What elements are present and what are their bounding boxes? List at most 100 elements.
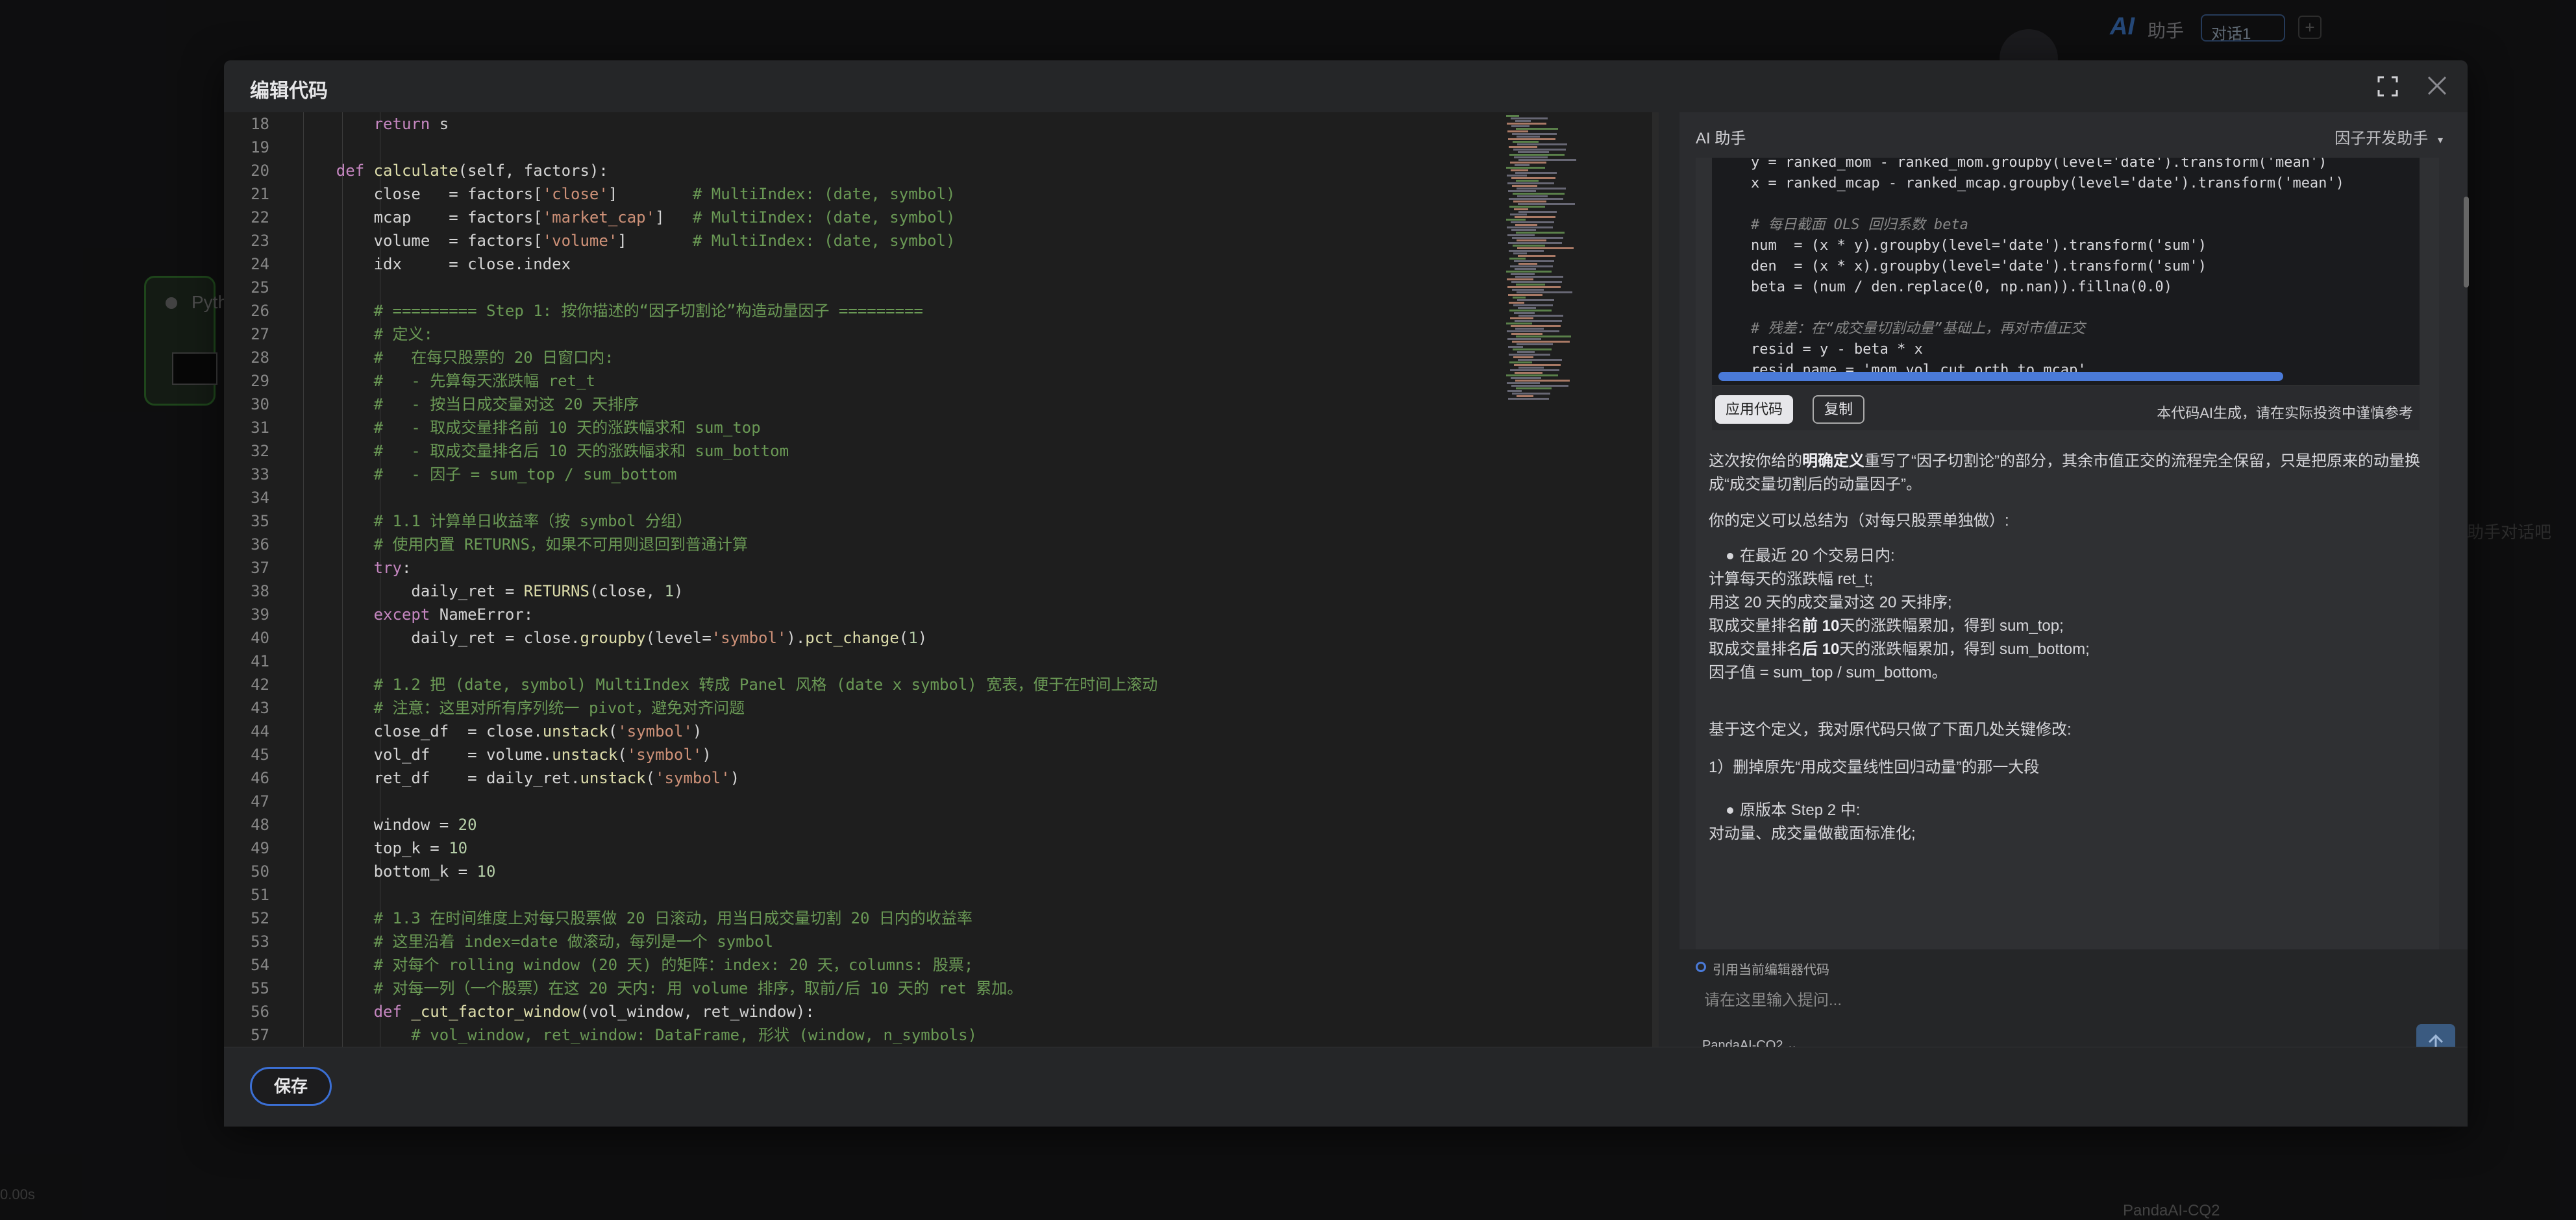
editor-scrollbar[interactable] (1652, 112, 1659, 1047)
code-line: 26 # ========= Step 1: 按你描述的“因子切割论”构造动量因… (224, 299, 1522, 323)
apply-code-button[interactable]: 应用代码 (1715, 395, 1793, 424)
line-number: 45 (251, 746, 269, 764)
line-text: close_df = close.unstack('symbol') (299, 722, 702, 740)
chat-area[interactable]: y = ranked_mom - ranked_mom.groupby(leve… (1696, 158, 2439, 949)
minimap-line (1511, 377, 1541, 379)
code-line: 44 close_df = close.unstack('symbol') (224, 720, 1522, 743)
assistant-select[interactable]: 因子开发助手 ▾ (2334, 125, 2443, 148)
minimap-line (1509, 354, 1550, 356)
code-line: 37 try: (224, 556, 1522, 580)
code-line: 29 # - 先算每天涨跌幅 ret_t (224, 369, 1522, 393)
line-text: ret_df = daily_ret.unstack('symbol') (299, 769, 740, 787)
minimap-line (1507, 338, 1541, 340)
code-card-line: den = (x * x).groupby(level='date').tran… (1751, 258, 2207, 274)
minimap-line (1512, 289, 1544, 291)
minimap-line (1516, 128, 1558, 130)
line-number: 18 (251, 115, 269, 133)
chat-input[interactable]: 请在这里输入提问... (1704, 987, 1842, 1010)
code-card-footer: 应用代码 复制 本代码AI生成，请在实际投资中谨慎参考 (1712, 385, 2420, 430)
minimap-line (1515, 172, 1557, 174)
minimap-line (1509, 198, 1563, 200)
line-text: volume = factors['volume'] # MultiIndex:… (299, 232, 956, 250)
copy-button[interactable]: 复制 (1813, 395, 1864, 424)
code-card-scrollbar[interactable] (1718, 372, 2283, 381)
minimap-line (1507, 278, 1533, 280)
line-number: 27 (251, 325, 269, 343)
minimap-line (1511, 125, 1530, 127)
close-icon[interactable] (2425, 73, 2449, 98)
minimap-line (1513, 348, 1552, 350)
line-number: 56 (251, 1003, 269, 1021)
code-card-line: # 每日截面 OLS 回归系数 beta (1751, 217, 1968, 233)
minimap-line (1511, 325, 1561, 327)
code-card-line: num = (x * y).groupby(level='date').tran… (1751, 238, 2207, 254)
code-line: 27 # 定义: (224, 323, 1522, 346)
minimap-line (1517, 143, 1567, 145)
line-number: 49 (251, 839, 269, 857)
minimap-line (1517, 299, 1554, 301)
line-number: 19 (251, 138, 269, 156)
ai-panel-scrollbar[interactable] (2464, 197, 2469, 287)
minimap-line (1506, 323, 1532, 324)
cite-editor-toggle[interactable]: 引用当前编辑器代码 (1696, 959, 1829, 978)
minimap-line (1507, 182, 1554, 184)
line-text: # vol_window, ret_window: DataFrame, 形状 … (411, 1026, 977, 1044)
code-line: 38 daily_ret = RETURNS(close, 1) (224, 580, 1522, 603)
bullet-dot (1727, 807, 1733, 814)
line-number: 23 (251, 232, 269, 250)
minimap-line (1509, 258, 1526, 260)
minimap-line (1518, 359, 1562, 361)
minimap[interactable] (1506, 112, 1578, 424)
line-text: try: (373, 559, 412, 577)
minimap-line (1516, 180, 1539, 182)
line-text: # - 按当日成交量对这 20 天排序 (373, 395, 639, 413)
minimap-line (1514, 312, 1535, 314)
code-line: 53 # 这里沿着 index=date 做滚动，每列是一个 symbol (224, 930, 1522, 953)
minimap-line (1512, 237, 1563, 239)
line-text: # 注意：这里对所有序列统一 pivot，避免对齐问题 (373, 699, 745, 717)
modal-title: 编辑代码 (250, 80, 328, 102)
minimap-line (1510, 265, 1553, 267)
line-number: 38 (251, 582, 269, 600)
line-number: 54 (251, 956, 269, 974)
code-line: 42 # 1.2 把 (date, symbol) MultiIndex 转成 … (224, 673, 1522, 696)
minimap-line (1507, 226, 1553, 228)
minimap-line (1513, 201, 1546, 202)
code-card-line: y = ranked_mom - ranked_mom.groupby(leve… (1751, 158, 2327, 171)
minimap-line (1509, 250, 1544, 252)
minimap-line (1513, 141, 1539, 143)
save-button[interactable]: 保存 (250, 1067, 332, 1106)
line-number: 35 (251, 512, 269, 530)
minimap-line (1508, 138, 1555, 140)
minimap-line (1509, 206, 1545, 208)
minimap-line (1514, 156, 1548, 158)
minimap-line (1507, 175, 1527, 177)
bullet-dot (1727, 553, 1733, 559)
code-card: y = ranked_mom - ranked_mom.groupby(leve… (1712, 158, 2420, 430)
line-text: except NameError: (373, 605, 534, 624)
line-number: 25 (251, 278, 269, 297)
fullscreen-icon[interactable] (2376, 75, 2399, 98)
minimap-line (1516, 232, 1565, 234)
minimap-line (1510, 369, 1559, 371)
minimap-line (1517, 351, 1535, 353)
line-number: 39 (251, 605, 269, 624)
code-line: 39 except NameError: (224, 603, 1522, 626)
message-line: 对动量、成交量做截面标准化; (1709, 825, 1916, 842)
minimap-line (1511, 221, 1554, 223)
line-number: 30 (251, 395, 269, 413)
minimap-line (1507, 130, 1528, 132)
line-number: 57 (251, 1026, 269, 1044)
message-paragraph: 1）删掉原先“用成交量线性回归动量”的那一大段 (1709, 759, 2040, 776)
line-text: # 1.2 把 (date, symbol) MultiIndex 转成 Pan… (373, 676, 1158, 694)
line-number: 44 (251, 722, 269, 740)
minimap-line (1507, 330, 1559, 332)
code-line: 32 # - 取成交量排名后 10 天的涨跌幅求和 sum_bottom (224, 439, 1522, 463)
minimap-line (1512, 185, 1537, 187)
minimap-line (1518, 255, 1555, 257)
line-number: 55 (251, 979, 269, 997)
code-line: 47 (224, 790, 1522, 813)
line-text: top_k = 10 (299, 839, 468, 857)
minimap-line (1513, 149, 1566, 151)
code-editor[interactable]: 18 return s 19 20 def calculate(self, fact… (224, 112, 1659, 1047)
